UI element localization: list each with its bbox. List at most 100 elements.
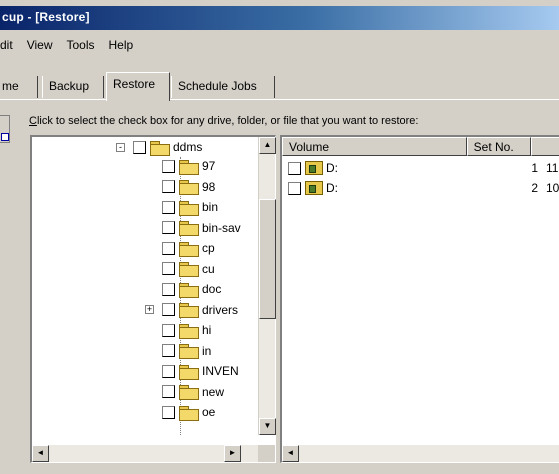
tree-checkbox[interactable] [162, 303, 175, 316]
tree-checkbox[interactable] [162, 385, 175, 398]
folder-icon [179, 364, 199, 380]
folder-icon [179, 323, 199, 339]
tree-rows: - ddms 97 98 bin bin-sav cp cu doc + drivers hi in… [32, 137, 258, 435]
tree-node[interactable]: bin [162, 198, 218, 216]
tree-node[interactable]: bin-sav [162, 219, 241, 237]
tree-node-label: bin [202, 200, 219, 214]
scroll-left-button[interactable]: ◄ [282, 445, 299, 462]
tree-node[interactable]: 98 [162, 178, 215, 196]
collapse-icon[interactable]: - [116, 142, 125, 152]
tree-node-label: new [202, 384, 225, 399]
tree-node[interactable]: new [162, 383, 224, 401]
column-volume[interactable]: Volume [282, 137, 467, 156]
tree-node-label: bin-sav [202, 220, 241, 235]
menu-bar: dit View Tools Help [0, 34, 559, 56]
tab-schedule-jobs[interactable]: Schedule Jobs [171, 76, 275, 98]
folder-icon [179, 200, 199, 216]
backup-set-list[interactable]: Volume Set No. D: 1 11 D: 2 10 ◄ [280, 135, 559, 463]
tree-checkbox[interactable] [162, 241, 175, 255]
tree-node-label: cu [202, 261, 215, 276]
tree-node-root[interactable]: - ddms [116, 138, 202, 156]
tree-checkbox[interactable] [162, 323, 175, 337]
tree-checkbox[interactable] [162, 180, 175, 193]
menu-view[interactable]: View [21, 38, 61, 52]
folder-icon [179, 159, 199, 175]
tree-node[interactable]: + drivers [145, 301, 239, 319]
tree-node-label: cp [202, 241, 215, 255]
folder-icon [179, 241, 199, 257]
column-next[interactable] [530, 137, 559, 156]
tree-node-label: 97 [202, 159, 216, 173]
title-bar[interactable]: cup - [Restore] [0, 6, 559, 30]
set-no-cell: 1 [531, 161, 538, 175]
tab-backup[interactable]: Backup [42, 76, 104, 98]
tree-checkbox[interactable] [162, 405, 175, 419]
folder-tree[interactable]: - ddms 97 98 bin bin-sav cp cu doc + drivers hi in… [30, 135, 276, 463]
tree-checkbox[interactable] [133, 140, 146, 154]
extra-cell: 11 [546, 161, 559, 175]
scroll-up-button[interactable]: ▲ [259, 137, 276, 154]
backup-volume-icon [305, 181, 323, 195]
expand-icon[interactable]: + [145, 304, 154, 314]
tree-node-label: hi [202, 323, 212, 337]
list-item[interactable]: D: 1 11 [288, 159, 559, 177]
scroll-down-button[interactable]: ▼ [259, 418, 276, 435]
folder-icon [179, 180, 199, 195]
tree-node-label: drivers [202, 302, 239, 317]
tree-checkbox[interactable] [162, 221, 175, 234]
list-item[interactable]: D: 2 10 [288, 179, 559, 197]
tree-checkbox[interactable] [162, 364, 175, 378]
tree-node[interactable]: cp [162, 239, 215, 257]
menu-help[interactable]: Help [103, 38, 142, 52]
tree-node[interactable]: hi [162, 321, 211, 339]
side-panel-icon [0, 115, 10, 143]
folder-icon [179, 385, 199, 400]
list-checkbox[interactable] [288, 181, 301, 195]
tree-checkbox[interactable] [162, 200, 175, 214]
menu-tools[interactable]: Tools [60, 38, 102, 52]
tree-node[interactable]: cu [162, 260, 215, 278]
tree-node-label: 98 [202, 179, 216, 194]
folder-icon [179, 262, 199, 277]
list-horizontal-scrollbar[interactable]: ◄ [282, 445, 559, 462]
tree-vertical-scrollbar[interactable]: ▲ ▼ [258, 137, 276, 435]
window-title: cup - [Restore] [2, 10, 90, 24]
column-set-no[interactable]: Set No. [466, 137, 531, 156]
folder-icon [179, 221, 199, 236]
tree-node[interactable]: in [162, 342, 211, 360]
tree-checkbox[interactable] [162, 262, 175, 275]
tree-node-label: in [202, 343, 212, 358]
folder-icon [150, 140, 170, 156]
tree-node-label: doc [202, 282, 222, 296]
tree-node-label: oe [202, 405, 216, 419]
list-checkbox[interactable] [288, 161, 301, 175]
scroll-right-button[interactable]: ► [224, 445, 241, 462]
tree-checkbox[interactable] [162, 282, 175, 296]
tab-welcome[interactable]: me [0, 76, 38, 98]
scroll-left-button[interactable]: ◄ [32, 445, 49, 462]
set-no-cell: 2 [531, 181, 538, 195]
tree-node[interactable]: doc [162, 280, 221, 298]
scroll-thumb[interactable] [259, 199, 276, 319]
scroll-corner [258, 445, 275, 462]
tree-checkbox[interactable] [162, 344, 175, 357]
tree-node[interactable]: INVEN [162, 362, 239, 380]
tree-checkbox[interactable] [162, 159, 175, 173]
tree-node-label: ddms [173, 140, 203, 154]
tab-strip: me Backup Restore Schedule Jobs [0, 72, 559, 101]
folder-icon [179, 405, 199, 421]
tab-restore[interactable]: Restore [106, 72, 170, 101]
volume-cell: D: [326, 161, 338, 175]
folder-icon [179, 282, 199, 298]
tree-horizontal-scrollbar[interactable]: ◄ ► [32, 445, 258, 462]
backup-volume-icon [305, 161, 323, 175]
tree-node[interactable]: 97 [162, 157, 215, 175]
instruction-text: lick to select the check box for any dri… [36, 115, 419, 127]
tree-node[interactable]: oe [162, 403, 215, 421]
volume-cell: D: [326, 181, 338, 195]
folder-icon [179, 303, 199, 318]
folder-icon [179, 344, 199, 359]
tree-node-label: INVEN [202, 364, 239, 378]
menu-edit[interactable]: dit [0, 38, 21, 52]
list-header: Volume Set No. [282, 137, 559, 156]
